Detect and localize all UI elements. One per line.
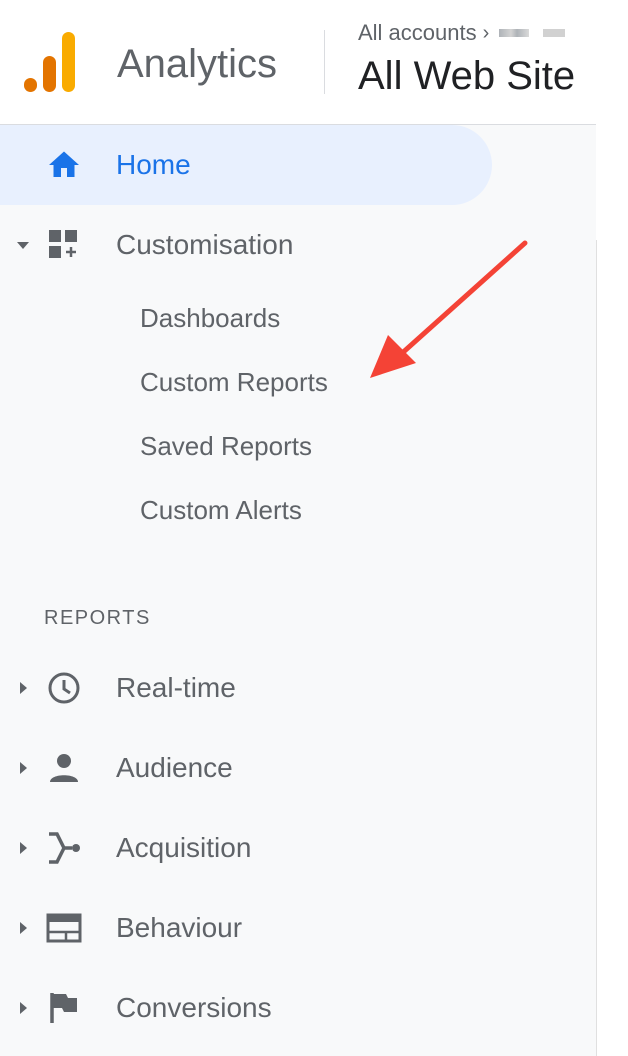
sidebar-item-behaviour[interactable]: Behaviour [0,888,560,968]
reports-section-heading: REPORTS [44,607,151,629]
breadcrumb-all-accounts[interactable]: All accounts [358,20,477,46]
annotation-arrow [370,240,528,378]
home-icon [49,151,79,177]
sidebar-item-label: Behaviour [116,912,243,943]
app-name: Analytics [117,42,278,86]
sidebar-item-audience[interactable]: Audience [0,728,560,808]
dashboard-customisation-icon [49,230,77,258]
redacted-property-name [543,29,566,37]
sidebar-item-label: Acquisition [116,832,252,863]
sidebar-item-conversions[interactable]: Conversions [0,968,560,1048]
behaviour-icon [46,913,82,943]
acquisition-icon [49,832,80,864]
breadcrumb[interactable]: All accounts › [358,20,566,46]
analytics-logo[interactable] [24,32,78,92]
sidebar-item-label: Customisation [116,229,294,260]
sidebar-item-home[interactable]: Home [0,125,492,205]
person-icon [50,754,78,782]
sidebar-item-label: Audience [116,752,233,783]
caret-right-icon [20,682,27,694]
sidebar-item-real-time[interactable]: Real-time [0,648,560,728]
clock-icon [48,672,80,704]
view-selector-title[interactable]: All Web Site [358,52,575,100]
sidebar-item-label: Home [116,149,191,180]
chevron-right-icon: › [482,21,490,44]
sidebar-item-acquisition[interactable]: Acquisition [0,808,560,888]
caret-right-icon [20,922,27,934]
sidebar-subitem-custom-reports[interactable]: Custom Reports [140,367,328,398]
flag-icon [50,993,77,1023]
caret-down-icon [17,242,29,249]
caret-right-icon [20,762,27,774]
caret-right-icon [20,1002,27,1014]
sidebar-subitem-dashboards[interactable]: Dashboards [140,303,280,334]
sidebar-subitem-custom-alerts[interactable]: Custom Alerts [140,495,302,526]
redacted-account-name [499,29,530,37]
sidebar-subitem-saved-reports[interactable]: Saved Reports [140,431,312,462]
sidebar-border [596,240,597,1056]
app-header: Analytics All accounts › All Web Site [0,0,596,125]
sidebar-item-label: Conversions [116,992,272,1023]
sidebar-item-label: Real-time [116,672,236,703]
header-divider [324,30,325,94]
caret-right-icon [20,842,27,854]
page-margin [596,0,628,1056]
